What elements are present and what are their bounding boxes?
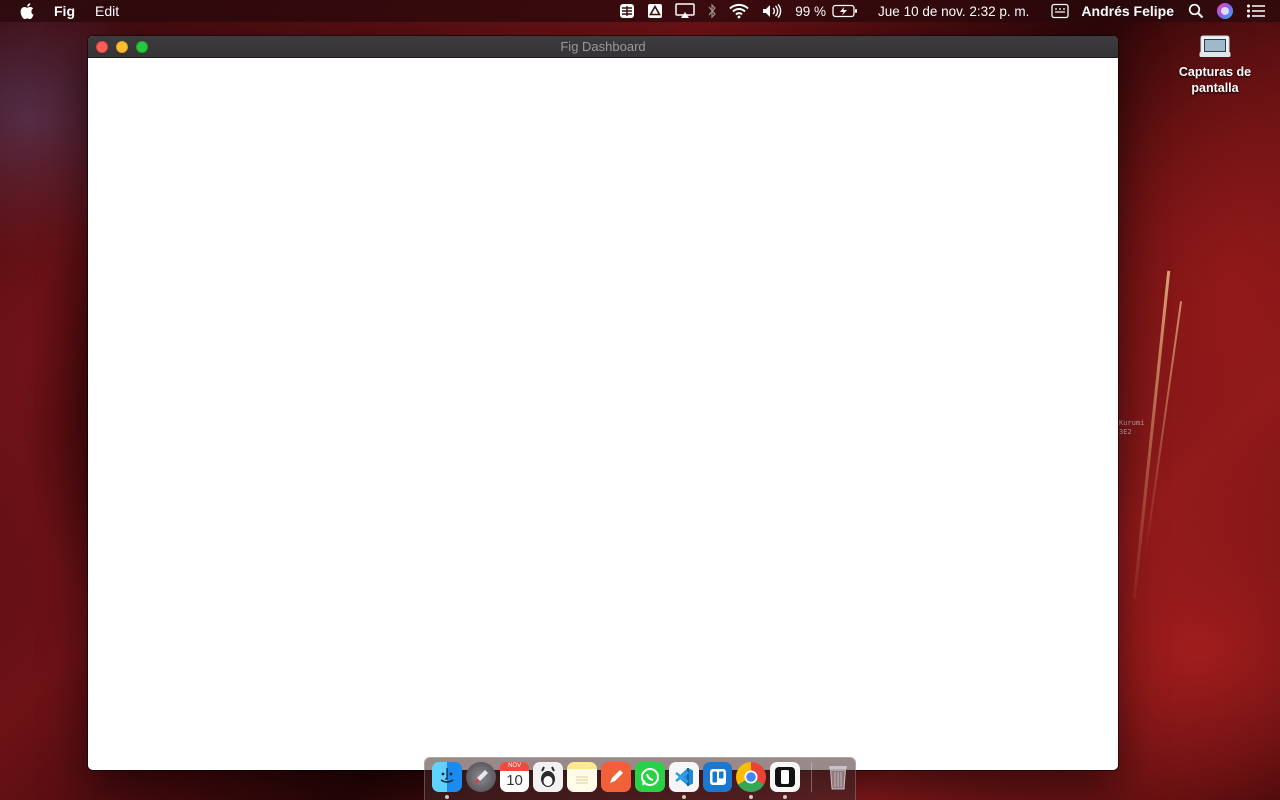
dock-app-icon[interactable] (533, 762, 564, 792)
vpn-icon[interactable] (619, 0, 635, 22)
volume-icon[interactable] (761, 0, 783, 22)
menu-bar: Fig Edit 99 % Jue 10 de nov. 2:32 p. m. … (0, 0, 1280, 22)
keyboard-input-icon[interactable] (1051, 0, 1070, 22)
dock-fig-icon[interactable] (770, 762, 801, 799)
window-title: Fig Dashboard (560, 39, 646, 54)
dock-launchpad-icon[interactable] (465, 762, 496, 792)
window-close-button[interactable] (96, 41, 108, 53)
bluetooth-icon[interactable] (707, 0, 717, 22)
dock-notes-icon[interactable] (567, 762, 598, 792)
dock-chrome-icon[interactable] (736, 762, 767, 799)
wallpaper-caption: Kurumi 3E2 (1119, 419, 1145, 436)
dock: NOV 10 (424, 757, 856, 800)
user-name[interactable]: Andrés Felipe (1081, 3, 1174, 19)
menu-clock[interactable]: Jue 10 de nov. 2:32 p. m. (878, 4, 1029, 19)
desktop-folder-capturas[interactable]: Capturas de pantalla (1168, 32, 1262, 96)
calendar-month: NOV (499, 762, 530, 771)
wallpaper-streak (1143, 301, 1183, 559)
dock-vscode-icon[interactable] (668, 762, 699, 799)
drive-icon[interactable] (647, 0, 663, 22)
battery-charging-icon[interactable] (832, 0, 858, 22)
running-indicator (749, 795, 754, 799)
menu-edit[interactable]: Edit (95, 3, 119, 19)
window-content[interactable] (88, 58, 1118, 770)
dock-trello-icon[interactable] (702, 762, 733, 792)
airplay-icon[interactable] (675, 0, 696, 22)
folder-icon (1199, 32, 1231, 58)
dock-separator (811, 762, 813, 792)
running-indicator (681, 795, 686, 799)
battery-percent: 99 % (795, 3, 827, 19)
dock-pencil-icon[interactable] (601, 762, 631, 792)
apple-logo-icon[interactable] (20, 3, 34, 19)
dock-finder-icon[interactable] (432, 762, 462, 799)
dock-calendar-icon[interactable]: NOV 10 (499, 762, 530, 792)
window-minimize-button[interactable] (116, 41, 128, 53)
dock-whatsapp-icon[interactable] (634, 762, 665, 792)
dock-trash-icon[interactable] (823, 762, 853, 792)
spotlight-search-icon[interactable] (1188, 0, 1204, 22)
siri-icon[interactable] (1216, 0, 1234, 22)
running-indicator (783, 795, 788, 799)
window-zoom-button[interactable] (136, 41, 148, 53)
desktop-folder-label: Capturas de pantalla (1178, 65, 1252, 95)
window-titlebar[interactable]: Fig Dashboard (88, 36, 1118, 58)
running-indicator (445, 795, 449, 799)
menu-app-name[interactable]: Fig (54, 3, 75, 19)
wifi-icon[interactable] (729, 0, 749, 22)
calendar-day: 10 (506, 772, 523, 789)
notification-center-icon[interactable] (1246, 0, 1266, 22)
fig-dashboard-window: Fig Dashboard (88, 36, 1118, 770)
